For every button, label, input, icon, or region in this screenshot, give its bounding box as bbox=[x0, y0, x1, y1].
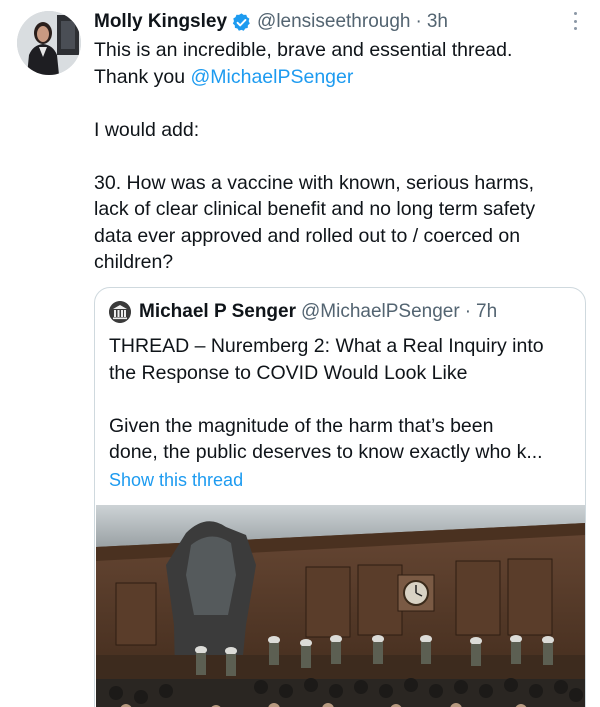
tweet-timestamp[interactable]: 3h bbox=[427, 11, 448, 33]
quoted-text-line: Given the magnitude of the harm that’s b… bbox=[109, 414, 494, 437]
more-options-icon[interactable] bbox=[565, 10, 585, 32]
profile-photo-icon bbox=[17, 11, 81, 75]
tweet-header: Molly Kingsley @lensiseethrough · 3h bbox=[94, 9, 448, 35]
quoted-text-line: the Response to COVID Would Look Like bbox=[109, 361, 468, 384]
quoted-author-avatar[interactable] bbox=[109, 301, 131, 323]
tweet-text-line: data ever approved and rolled out to / c… bbox=[94, 224, 521, 247]
author-handle[interactable]: @lensiseethrough bbox=[257, 11, 410, 33]
quoted-tweet-body: THREAD – Nuremberg 2: What a Real Inquir… bbox=[109, 333, 579, 466]
header-separator: · bbox=[415, 11, 422, 32]
mention-link[interactable]: @MichaelPSenger bbox=[190, 66, 353, 88]
tweet-text-line: children? bbox=[94, 251, 174, 273]
quoted-author-handle[interactable]: @MichaelPSenger bbox=[301, 301, 460, 323]
tweet-text-line: I would add: bbox=[94, 118, 200, 141]
author-name[interactable]: Molly Kingsley bbox=[94, 11, 227, 33]
courthouse-icon bbox=[109, 301, 131, 323]
tweet[interactable]: Molly Kingsley @lensiseethrough · 3h Thi… bbox=[0, 0, 600, 707]
tweet-text-segment: Thank you bbox=[94, 65, 191, 88]
author-avatar[interactable] bbox=[17, 11, 81, 75]
quoted-header-separator: · bbox=[464, 301, 472, 322]
quoted-tweet-image[interactable] bbox=[96, 505, 585, 707]
tweet-text-line: This is an incredible, brave and essenti… bbox=[94, 39, 513, 61]
quoted-text-line: THREAD – Nuremberg 2: What a Real Inquir… bbox=[109, 335, 544, 357]
tweet-text-line: Thank you @MichaelPSenger bbox=[94, 64, 589, 91]
verified-badge-icon bbox=[231, 12, 252, 33]
quoted-text-line: done, the public deserves to know exactl… bbox=[109, 441, 543, 463]
quoted-author-name[interactable]: Michael P Senger bbox=[139, 301, 296, 323]
quoted-tweet[interactable]: Michael P Senger @MichaelPSenger · 7h TH… bbox=[94, 287, 586, 707]
show-thread-link[interactable]: Show this thread bbox=[109, 470, 243, 491]
tweet-body: This is an incredible, brave and essenti… bbox=[94, 37, 589, 276]
quoted-tweet-header: Michael P Senger @MichaelPSenger · 7h bbox=[109, 300, 497, 324]
tweet-text-line: 30. How was a vaccine with known, seriou… bbox=[94, 171, 535, 194]
tweet-text-line: lack of clear clinical benefit and no lo… bbox=[94, 198, 536, 220]
courtroom-photo-icon bbox=[96, 505, 585, 707]
quoted-timestamp[interactable]: 7h bbox=[476, 301, 497, 323]
